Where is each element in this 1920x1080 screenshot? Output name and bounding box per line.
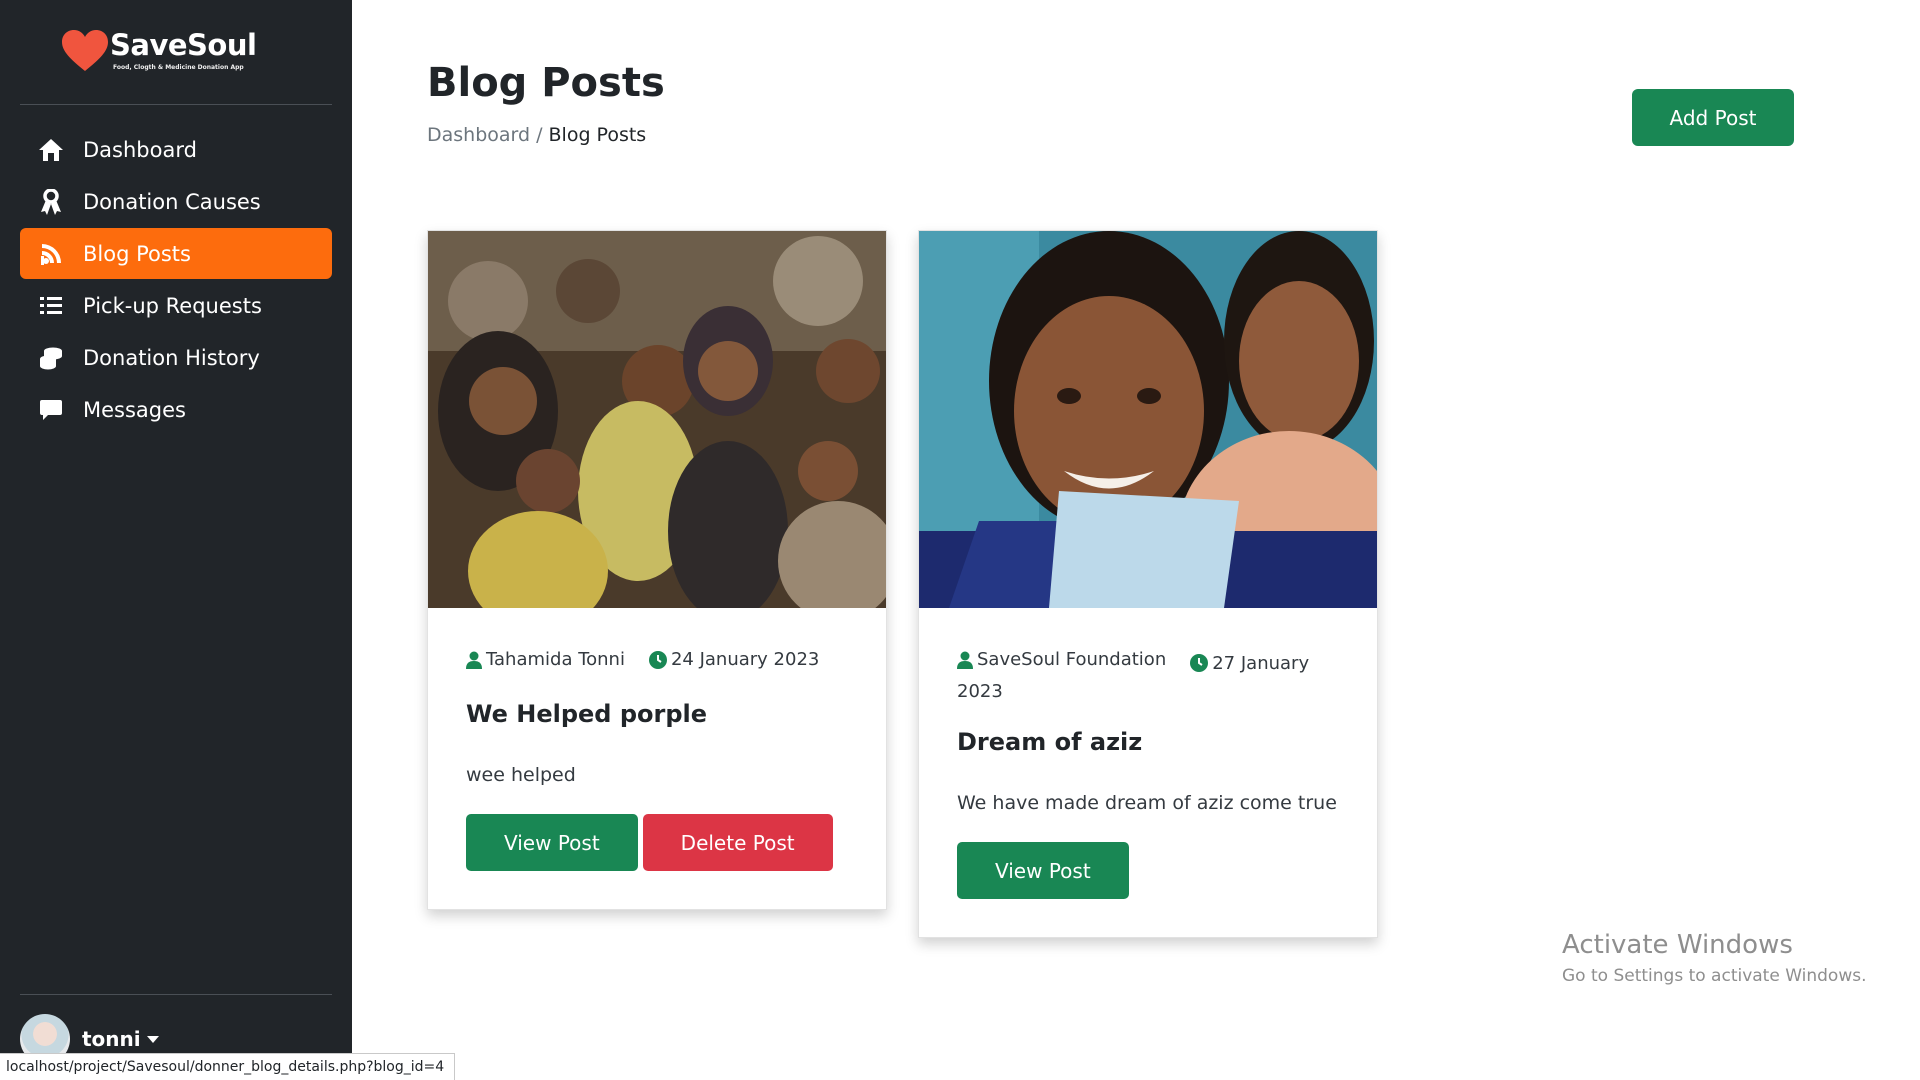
watermark-subtitle: Go to Settings to activate Windows. (1562, 966, 1867, 986)
post-date: 24 January 2023 (670, 649, 820, 670)
post-author: SaveSoul Foundation (977, 649, 1167, 670)
breadcrumb: Dashboard / Blog Posts (427, 124, 646, 146)
sidebar-item-label: Dashboard (83, 137, 197, 162)
post-image[interactable] (919, 231, 1377, 608)
blog-card: SaveSoul Foundation 27 January 2023 Dream… (918, 230, 1378, 938)
blog-icon (36, 241, 66, 267)
browser-status-url: localhost/project/Savesoul/donner_blog_d… (0, 1053, 456, 1080)
breadcrumb-separator: / (536, 124, 543, 146)
sidebar-item-messages[interactable]: Messages (20, 384, 332, 435)
post-title: Dream of aziz (957, 728, 1143, 756)
clock-icon (1190, 654, 1209, 672)
view-post-button[interactable]: View Post (466, 814, 638, 871)
home-icon (36, 137, 66, 163)
list-icon (36, 293, 66, 319)
sidebar-item-donation-history[interactable]: Donation History (20, 332, 332, 383)
sidebar-item-label: Donation Causes (83, 189, 261, 214)
post-image[interactable] (428, 231, 886, 608)
ribbon-icon (36, 188, 66, 215)
view-post-button[interactable]: View Post (957, 842, 1129, 899)
post-title: We Helped porple (466, 700, 708, 728)
sidebar-item-donation-causes[interactable]: Donation Causes (20, 176, 332, 227)
post-author: Tahamida Tonni (486, 649, 625, 670)
sidebar-item-blog-posts[interactable]: Blog Posts (20, 228, 332, 279)
user-icon (957, 651, 973, 669)
windows-activation-watermark: Activate Windows Go to Settings to activ… (1562, 930, 1867, 986)
coins-icon (36, 345, 66, 371)
sidebar-item-label: Messages (83, 397, 186, 422)
delete-post-button[interactable]: Delete Post (642, 814, 833, 871)
brand-name: SaveSoul (110, 28, 257, 62)
sidebar-item-dashboard[interactable]: Dashboard (20, 124, 332, 175)
post-meta: Tahamida Tonni 24 January 2023 (466, 646, 848, 678)
sidebar: SaveSoul Food, Clogth & Medicine Donatio… (0, 0, 352, 1080)
post-excerpt: wee helped (466, 764, 576, 786)
page-title: Blog Posts (427, 60, 665, 106)
post-excerpt: We have made dream of aziz come true (957, 792, 1337, 814)
blog-card: Tahamida Tonni 24 January 2023 We Helped … (427, 230, 887, 910)
heart-icon (62, 30, 108, 71)
sidebar-nav: Dashboard Donation Causes Blog Posts Pic… (20, 124, 332, 436)
watermark-title: Activate Windows (1562, 930, 1793, 960)
clock-icon (648, 651, 667, 669)
brand-logo[interactable]: SaveSoul Food, Clogth & Medicine Donatio… (62, 28, 272, 78)
sidebar-divider (20, 994, 332, 995)
breadcrumb-dashboard-link[interactable]: Dashboard (427, 124, 530, 146)
post-meta: SaveSoul Foundation 27 January 2023 (957, 646, 1339, 706)
sidebar-item-label: Donation History (83, 345, 260, 370)
add-post-button[interactable]: Add Post (1632, 89, 1794, 146)
sidebar-item-pickup-requests[interactable]: Pick-up Requests (20, 280, 332, 331)
brand-tagline: Food, Clogth & Medicine Donation App (113, 64, 244, 71)
message-icon (36, 397, 66, 423)
chevron-down-icon (146, 1035, 159, 1043)
sidebar-item-label: Pick-up Requests (83, 293, 262, 318)
breadcrumb-current: Blog Posts (548, 124, 647, 146)
sidebar-divider (20, 104, 332, 105)
user-name: tonni (82, 1027, 141, 1051)
user-icon (466, 651, 482, 669)
sidebar-item-label: Blog Posts (83, 241, 191, 266)
